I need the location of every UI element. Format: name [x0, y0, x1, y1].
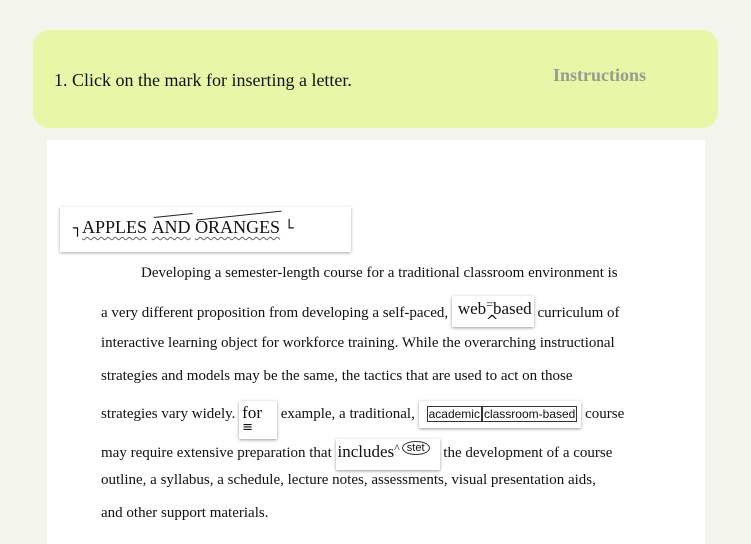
- paragraph-line-5: strategies vary widely. for ≡ example, a…: [101, 401, 624, 439]
- line-text: may require extensive preparation that: [101, 445, 332, 461]
- capitalize-edit-box[interactable]: for ≡: [239, 401, 277, 439]
- line-text-tail: curriculum of: [537, 305, 620, 321]
- hyphen-edit-box[interactable]: web=based ^: [451, 296, 534, 330]
- paragraph-line-4: strategies and models may be the same, t…: [101, 368, 573, 384]
- instructions-link[interactable]: Instructions: [553, 65, 646, 86]
- instruction-banner: 1. Click on the mark for inserting a let…: [33, 30, 718, 128]
- paragraph-line-6: may require extensive preparation that i…: [101, 439, 612, 470]
- title-word-apples: APPLES: [82, 217, 148, 237]
- insert-letter-caret[interactable]: ^: [486, 312, 499, 330]
- line-text: a very different proposition from develo…: [101, 305, 449, 321]
- line-text: strategies vary widely.: [101, 406, 236, 422]
- line-text-tail: course: [585, 406, 625, 422]
- title-word-oranges: ORANGES: [195, 217, 281, 237]
- document-page: ┐APPLES AND ORANGES └ Developing a semes…: [47, 140, 705, 544]
- paragraph-line-3: interactive learning object for workforc…: [101, 335, 615, 351]
- word-based: based: [492, 299, 532, 318]
- document-title: ┐APPLES AND ORANGES └: [73, 217, 294, 238]
- capitalize-mark[interactable]: ≡: [242, 420, 253, 435]
- move-left-mark[interactable]: └: [285, 219, 294, 237]
- word-academic[interactable]: academic: [426, 406, 482, 422]
- title-word-and: AND: [151, 217, 191, 237]
- line-text-mid: example, a traditional,: [280, 406, 415, 422]
- word-web: web: [457, 299, 487, 318]
- paragraph-line-2: a very different proposition from develo…: [101, 296, 620, 330]
- paragraph-line-8: and other support materials.: [101, 505, 269, 521]
- transpose-edit-box[interactable]: academic classroom-based: [418, 401, 582, 428]
- title-mark-box[interactable]: ┐APPLES AND ORANGES └: [60, 207, 351, 252]
- stet-mark[interactable]: stet: [401, 441, 430, 455]
- question-text: 1. Click on the mark for inserting a let…: [54, 70, 352, 90]
- hyphen-mark[interactable]: =: [486, 297, 493, 311]
- stet-edit-box[interactable]: includes^ stet: [335, 439, 440, 470]
- paragraph-line-1: Developing a semester-length course for …: [141, 265, 618, 281]
- insert-caret-small[interactable]: ^: [394, 441, 400, 455]
- paragraph-line-7: outline, a syllabus, a schedule, lecture…: [101, 472, 596, 488]
- word-includes: includes: [337, 442, 395, 461]
- line-text-tail: the development of a course: [443, 445, 613, 461]
- move-right-mark[interactable]: ┐: [73, 219, 82, 237]
- word-classroom-based[interactable]: classroom-based: [481, 406, 578, 422]
